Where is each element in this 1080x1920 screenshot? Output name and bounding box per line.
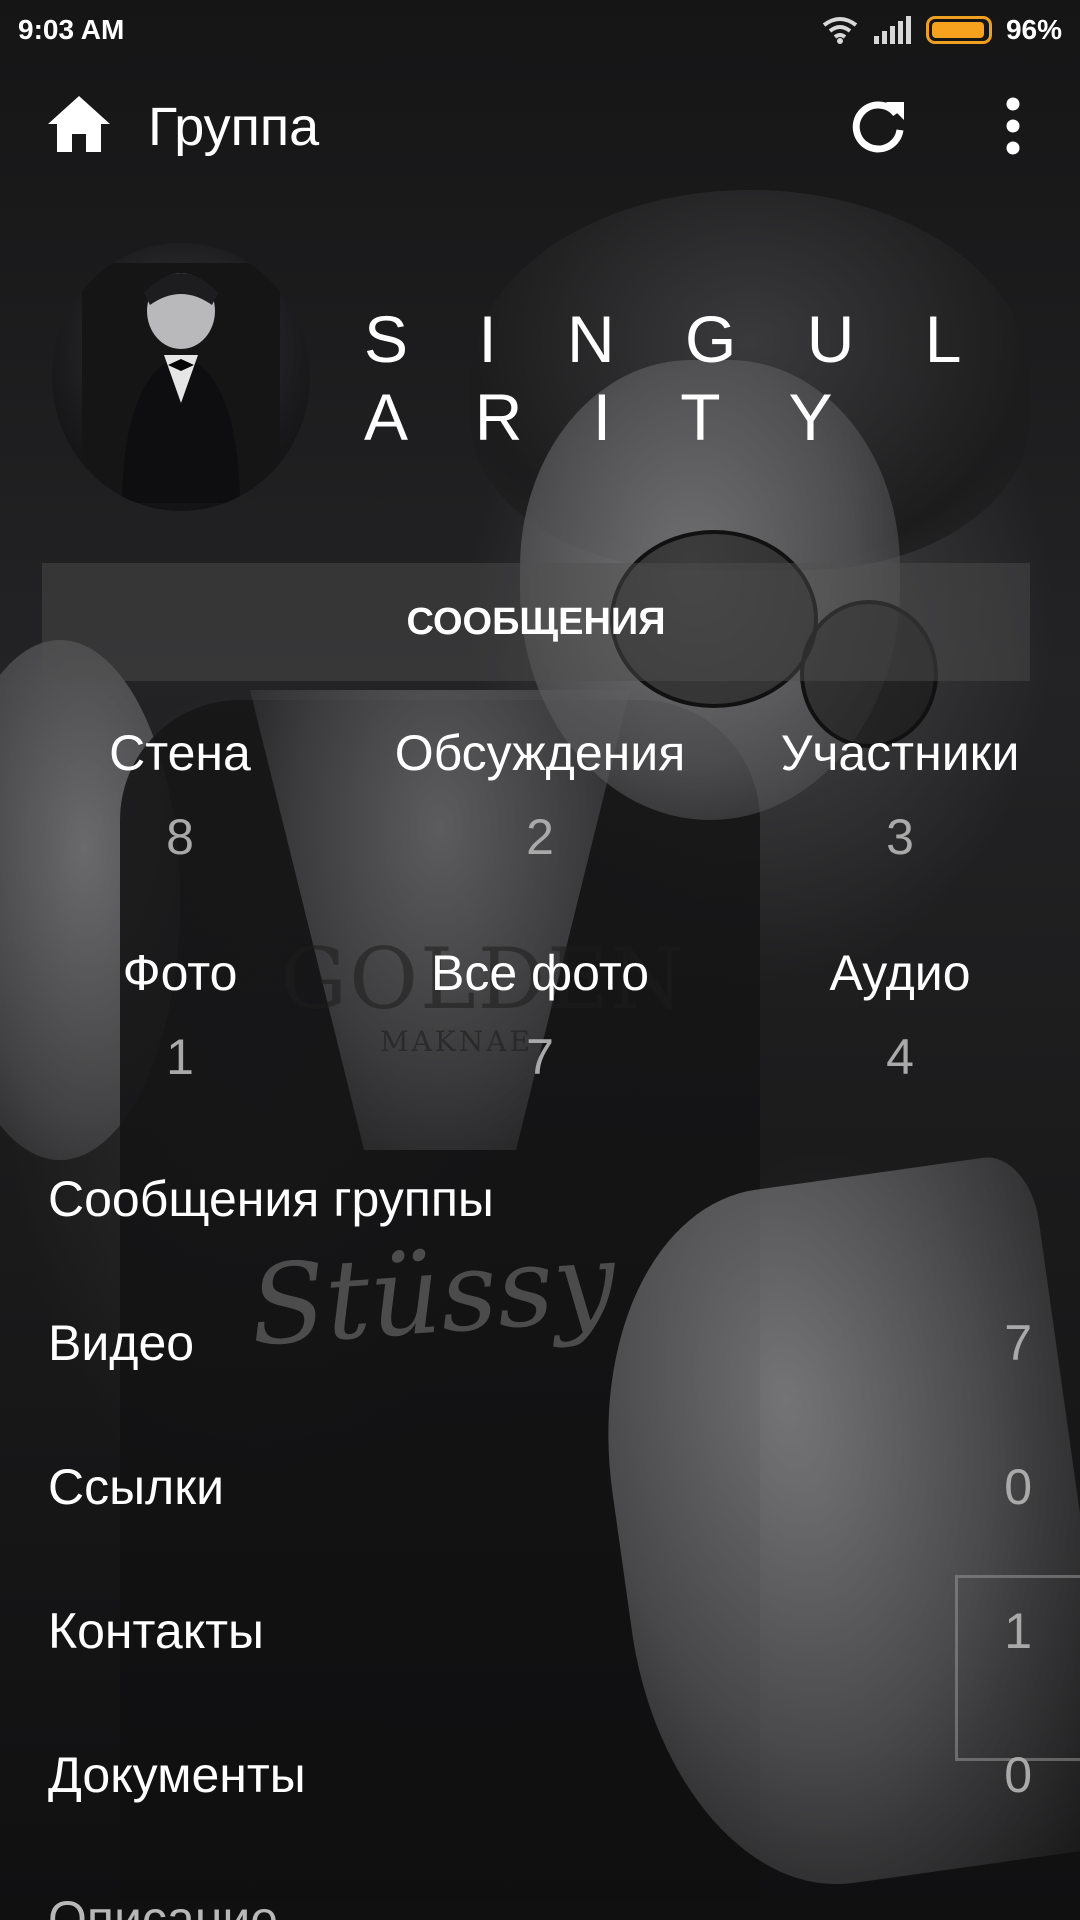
stat-discussions[interactable]: Обсуждения 2 xyxy=(360,724,720,866)
list-item-label: Видео xyxy=(48,1315,195,1371)
list-item-value: 0 xyxy=(1004,1747,1032,1803)
app-bar: Группа xyxy=(0,60,1080,192)
list-item-value: 7 xyxy=(1004,1315,1032,1371)
refresh-button[interactable] xyxy=(848,96,908,156)
stat-photo[interactable]: Фото 1 xyxy=(60,944,300,1086)
home-icon xyxy=(48,96,110,152)
stat-all-photos[interactable]: Все фото 7 xyxy=(390,944,690,1086)
app-title: Группа xyxy=(148,97,320,157)
stat-members[interactable]: Участники 3 xyxy=(760,724,1040,866)
list-item-label: Ссылки xyxy=(48,1459,225,1515)
battery-level-fill xyxy=(931,22,984,38)
stat-label: Участники xyxy=(780,725,1020,781)
stat-label: Все фото xyxy=(430,945,650,1001)
stat-label: Аудио xyxy=(829,945,971,1001)
more-options-button[interactable] xyxy=(996,96,1030,156)
stat-value: 4 xyxy=(886,1029,914,1085)
battery-percent: 96% xyxy=(1005,14,1062,45)
list-item-links[interactable]: Ссылки 0 xyxy=(0,1428,1080,1548)
group-screen: GOLDEN MAKNAE Stüssy 9:03 AM 96% Группа … xyxy=(0,0,1080,1920)
list-item-video[interactable]: Видео 7 xyxy=(0,1284,1080,1404)
avatar-picture xyxy=(82,263,280,503)
status-bar: 9:03 AM 96% xyxy=(0,0,1080,60)
stat-wall[interactable]: Стена 8 xyxy=(60,724,300,866)
wifi-icon xyxy=(822,17,858,44)
stat-value: 1 xyxy=(166,1029,194,1085)
stat-value: 3 xyxy=(886,809,914,865)
list-item-label: Сообщения группы xyxy=(48,1171,494,1227)
stat-value: 7 xyxy=(526,1029,554,1085)
stat-value: 2 xyxy=(526,809,554,865)
list-item-label: Описание xyxy=(48,1891,279,1920)
signal-icon xyxy=(873,16,911,44)
status-icons: 96% xyxy=(822,14,1062,46)
status-time: 9:03 AM xyxy=(18,14,125,45)
more-vertical-icon xyxy=(1006,97,1020,155)
stat-label: Обсуждения xyxy=(394,725,686,781)
list-item-value: 0 xyxy=(1004,1459,1032,1515)
refresh-icon xyxy=(852,101,904,153)
list-item-contacts[interactable]: Контакты 1 xyxy=(0,1572,1080,1692)
list-item-value: 1 xyxy=(1004,1603,1032,1659)
battery-icon xyxy=(925,16,992,44)
messages-button[interactable]: СООБЩЕНИЯ xyxy=(42,563,1030,681)
home-button[interactable] xyxy=(46,94,112,154)
list-item-label: Контакты xyxy=(48,1603,264,1659)
stat-audio[interactable]: Аудио 4 xyxy=(780,944,1020,1086)
list-item-description[interactable]: Описание xyxy=(0,1860,1080,1920)
stat-label: Фото xyxy=(122,945,238,1001)
group-name: S I N G U L A R I T Y xyxy=(364,302,985,454)
list-item-documents[interactable]: Документы 0 xyxy=(0,1716,1080,1836)
list-item-group-messages[interactable]: Сообщения группы xyxy=(0,1140,1080,1260)
group-avatar[interactable] xyxy=(52,243,310,511)
stat-value: 8 xyxy=(166,809,194,865)
stat-label: Стена xyxy=(109,725,251,781)
list-item-label: Документы xyxy=(48,1747,306,1803)
